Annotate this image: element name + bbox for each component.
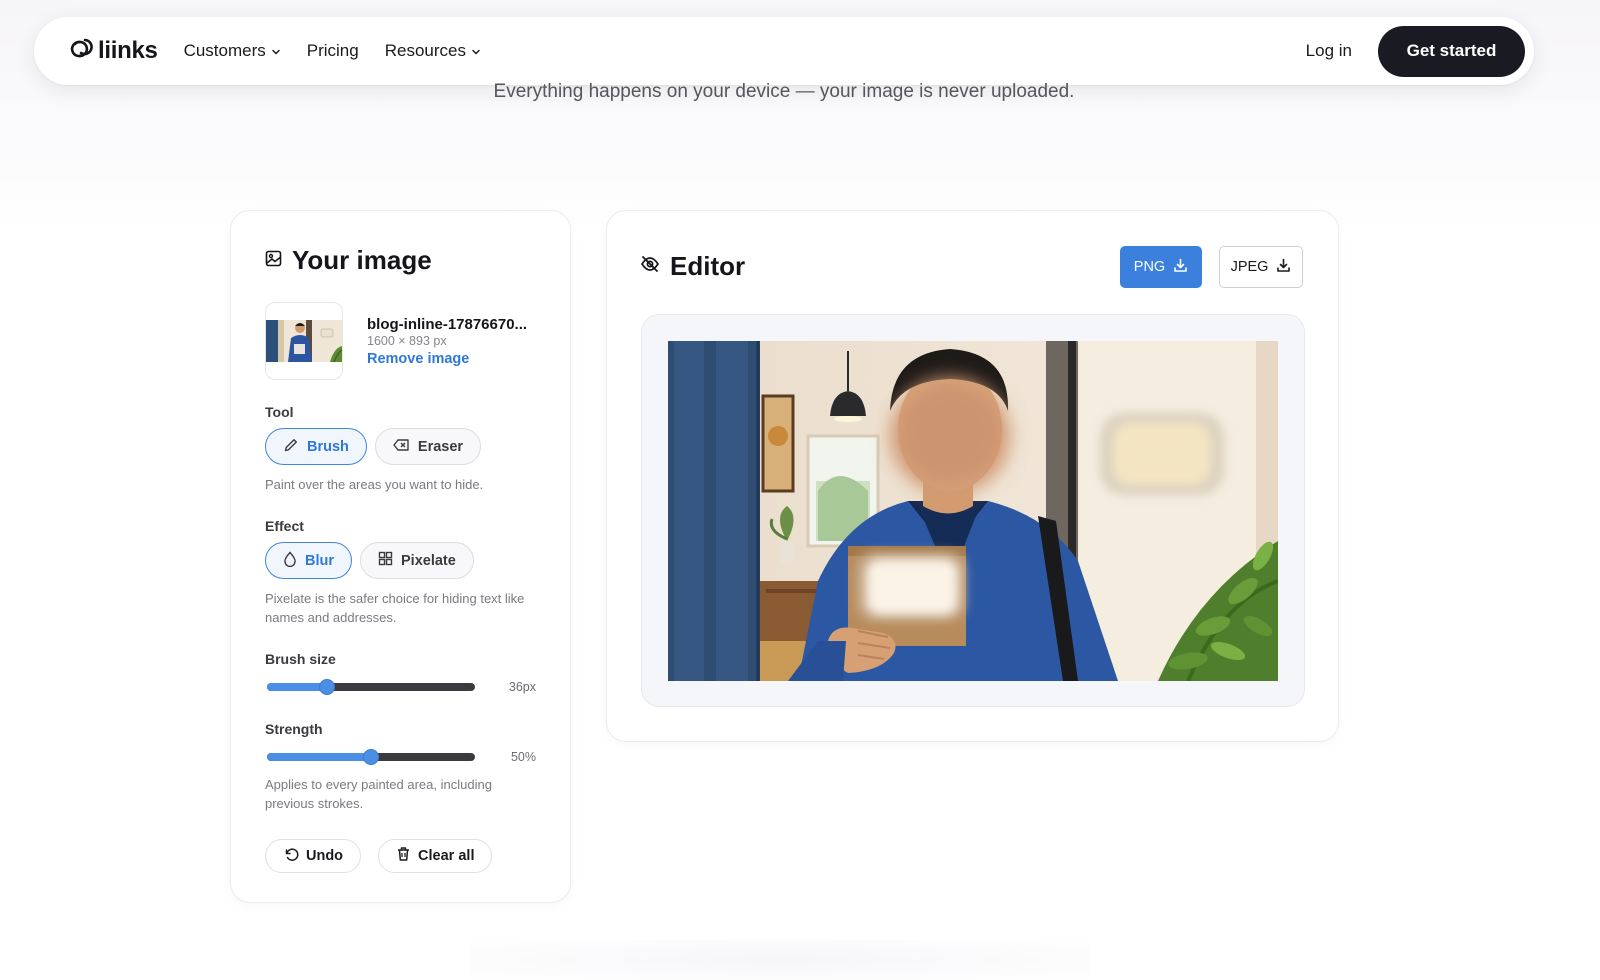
image-icon (265, 250, 282, 272)
eraser-label: Eraser (417, 438, 464, 455)
tool-label: Tool (265, 404, 294, 420)
file-row: blog-inline-17876670... 1600 × 893 px Re… (265, 302, 536, 380)
nav-resources[interactable]: Resources (385, 41, 481, 61)
image-panel-header: Your image (265, 245, 536, 276)
clear-all-button[interactable]: Clear all (378, 839, 493, 873)
nav-pricing-label: Pricing (306, 41, 359, 60)
brush-size-row: 36px (265, 677, 536, 697)
effect-label: Effect (265, 518, 304, 534)
brand-name: liinks (98, 37, 158, 64)
login-link[interactable]: Log in (1306, 41, 1352, 61)
canvas-frame (641, 314, 1305, 707)
export-jpeg-button[interactable]: JPEG (1219, 246, 1303, 288)
eye-off-icon (640, 254, 660, 279)
brush-size-section: Brush size 36px (265, 651, 536, 697)
brush-size-label: Brush size (265, 651, 336, 667)
effect-hint: Pixelate is the safer choice for hiding … (265, 591, 525, 625)
pixelate-button[interactable]: Pixelate (360, 542, 474, 579)
image-thumbnail (265, 302, 343, 380)
brush-size-value: 36px (508, 680, 536, 694)
nav-pricing[interactable]: Pricing (307, 41, 359, 61)
undo-button[interactable]: Undo (265, 839, 362, 873)
jpeg-label: JPEG (1230, 259, 1269, 275)
nav-resources-label: Resources (384, 41, 466, 60)
bottom-fade (470, 940, 1090, 980)
editor-header: Editor (640, 251, 745, 282)
tool-hint: Paint over the areas you want to hide. (265, 477, 484, 492)
nav-actions: Log in Get started (1306, 25, 1525, 77)
slider-thumb[interactable] (318, 679, 335, 695)
effect-options: Blur Pixelate (265, 542, 536, 579)
remove-image-link[interactable]: Remove image (367, 351, 527, 367)
file-info: blog-inline-17876670... 1600 × 893 px Re… (367, 316, 527, 367)
slider-fill (267, 683, 327, 691)
effect-section: Effect Blur Pixelate Pixelate is the saf… (265, 518, 536, 627)
chevron-down-icon (471, 41, 481, 61)
download-icon (1173, 258, 1188, 277)
strength-hint: Applies to every painted area, including… (265, 777, 492, 811)
file-name: blog-inline-17876670... (367, 315, 528, 333)
image-panel: Your image blog-inline-17876670... 1600 … (230, 210, 571, 903)
nav-links: Customers Pricing Resources (184, 41, 481, 61)
export-buttons: PNG JPEG (1120, 246, 1303, 288)
droplet-icon (283, 550, 297, 571)
strength-label: Strength (265, 721, 323, 737)
png-label: PNG (1133, 259, 1166, 275)
editor-illustration (668, 341, 1278, 681)
brush-button[interactable]: Brush (265, 428, 367, 465)
get-started-button[interactable]: Get started (1378, 25, 1525, 77)
image-panel-title: Your image (292, 245, 432, 275)
blur-button[interactable]: Blur (265, 542, 352, 579)
clear-all-label: Clear all (418, 848, 475, 864)
nav-customers[interactable]: Customers (184, 41, 281, 61)
eraser-button[interactable]: Eraser (374, 428, 482, 465)
blur-label: Blur (305, 552, 334, 569)
slider-thumb[interactable] (363, 749, 379, 765)
undo-label: Undo (306, 848, 344, 864)
editor-panel: Editor PNG JPEG (606, 210, 1339, 742)
editor-canvas[interactable] (668, 341, 1278, 681)
trash-icon (396, 846, 411, 866)
editor-title: Editor (670, 251, 746, 281)
export-png-button[interactable]: PNG (1120, 246, 1202, 288)
file-dimensions: 1600 × 893 px (367, 333, 447, 348)
brush-label: Brush (307, 438, 349, 455)
page-subtitle: Everything happens on your device — your… (493, 81, 1075, 102)
download-icon (1276, 258, 1291, 277)
pencil-icon (283, 437, 299, 457)
slider-fill (267, 753, 371, 761)
eraser-icon (393, 438, 410, 456)
strength-value: 50% (510, 750, 536, 764)
history-actions: Undo Clear all (265, 839, 536, 873)
tool-section: Tool Brush Eraser Paint over the areas y… (265, 404, 536, 494)
link-chain-icon (68, 36, 96, 67)
top-nav: liinks Customers Pricing Resources Log i… (34, 17, 1534, 85)
chevron-down-icon (271, 41, 281, 61)
grid-icon (378, 551, 393, 570)
undo-icon (283, 846, 299, 866)
brush-size-slider[interactable] (267, 677, 475, 697)
strength-slider[interactable] (267, 747, 475, 767)
tool-options: Brush Eraser (265, 428, 536, 465)
strength-row: 50% (265, 747, 536, 767)
brand-logo[interactable]: liinks (68, 36, 158, 67)
pixelate-label: Pixelate (401, 552, 456, 569)
nav-customers-label: Customers (183, 41, 266, 60)
strength-section: Strength 50% Applies to every painted ar… (265, 721, 536, 813)
